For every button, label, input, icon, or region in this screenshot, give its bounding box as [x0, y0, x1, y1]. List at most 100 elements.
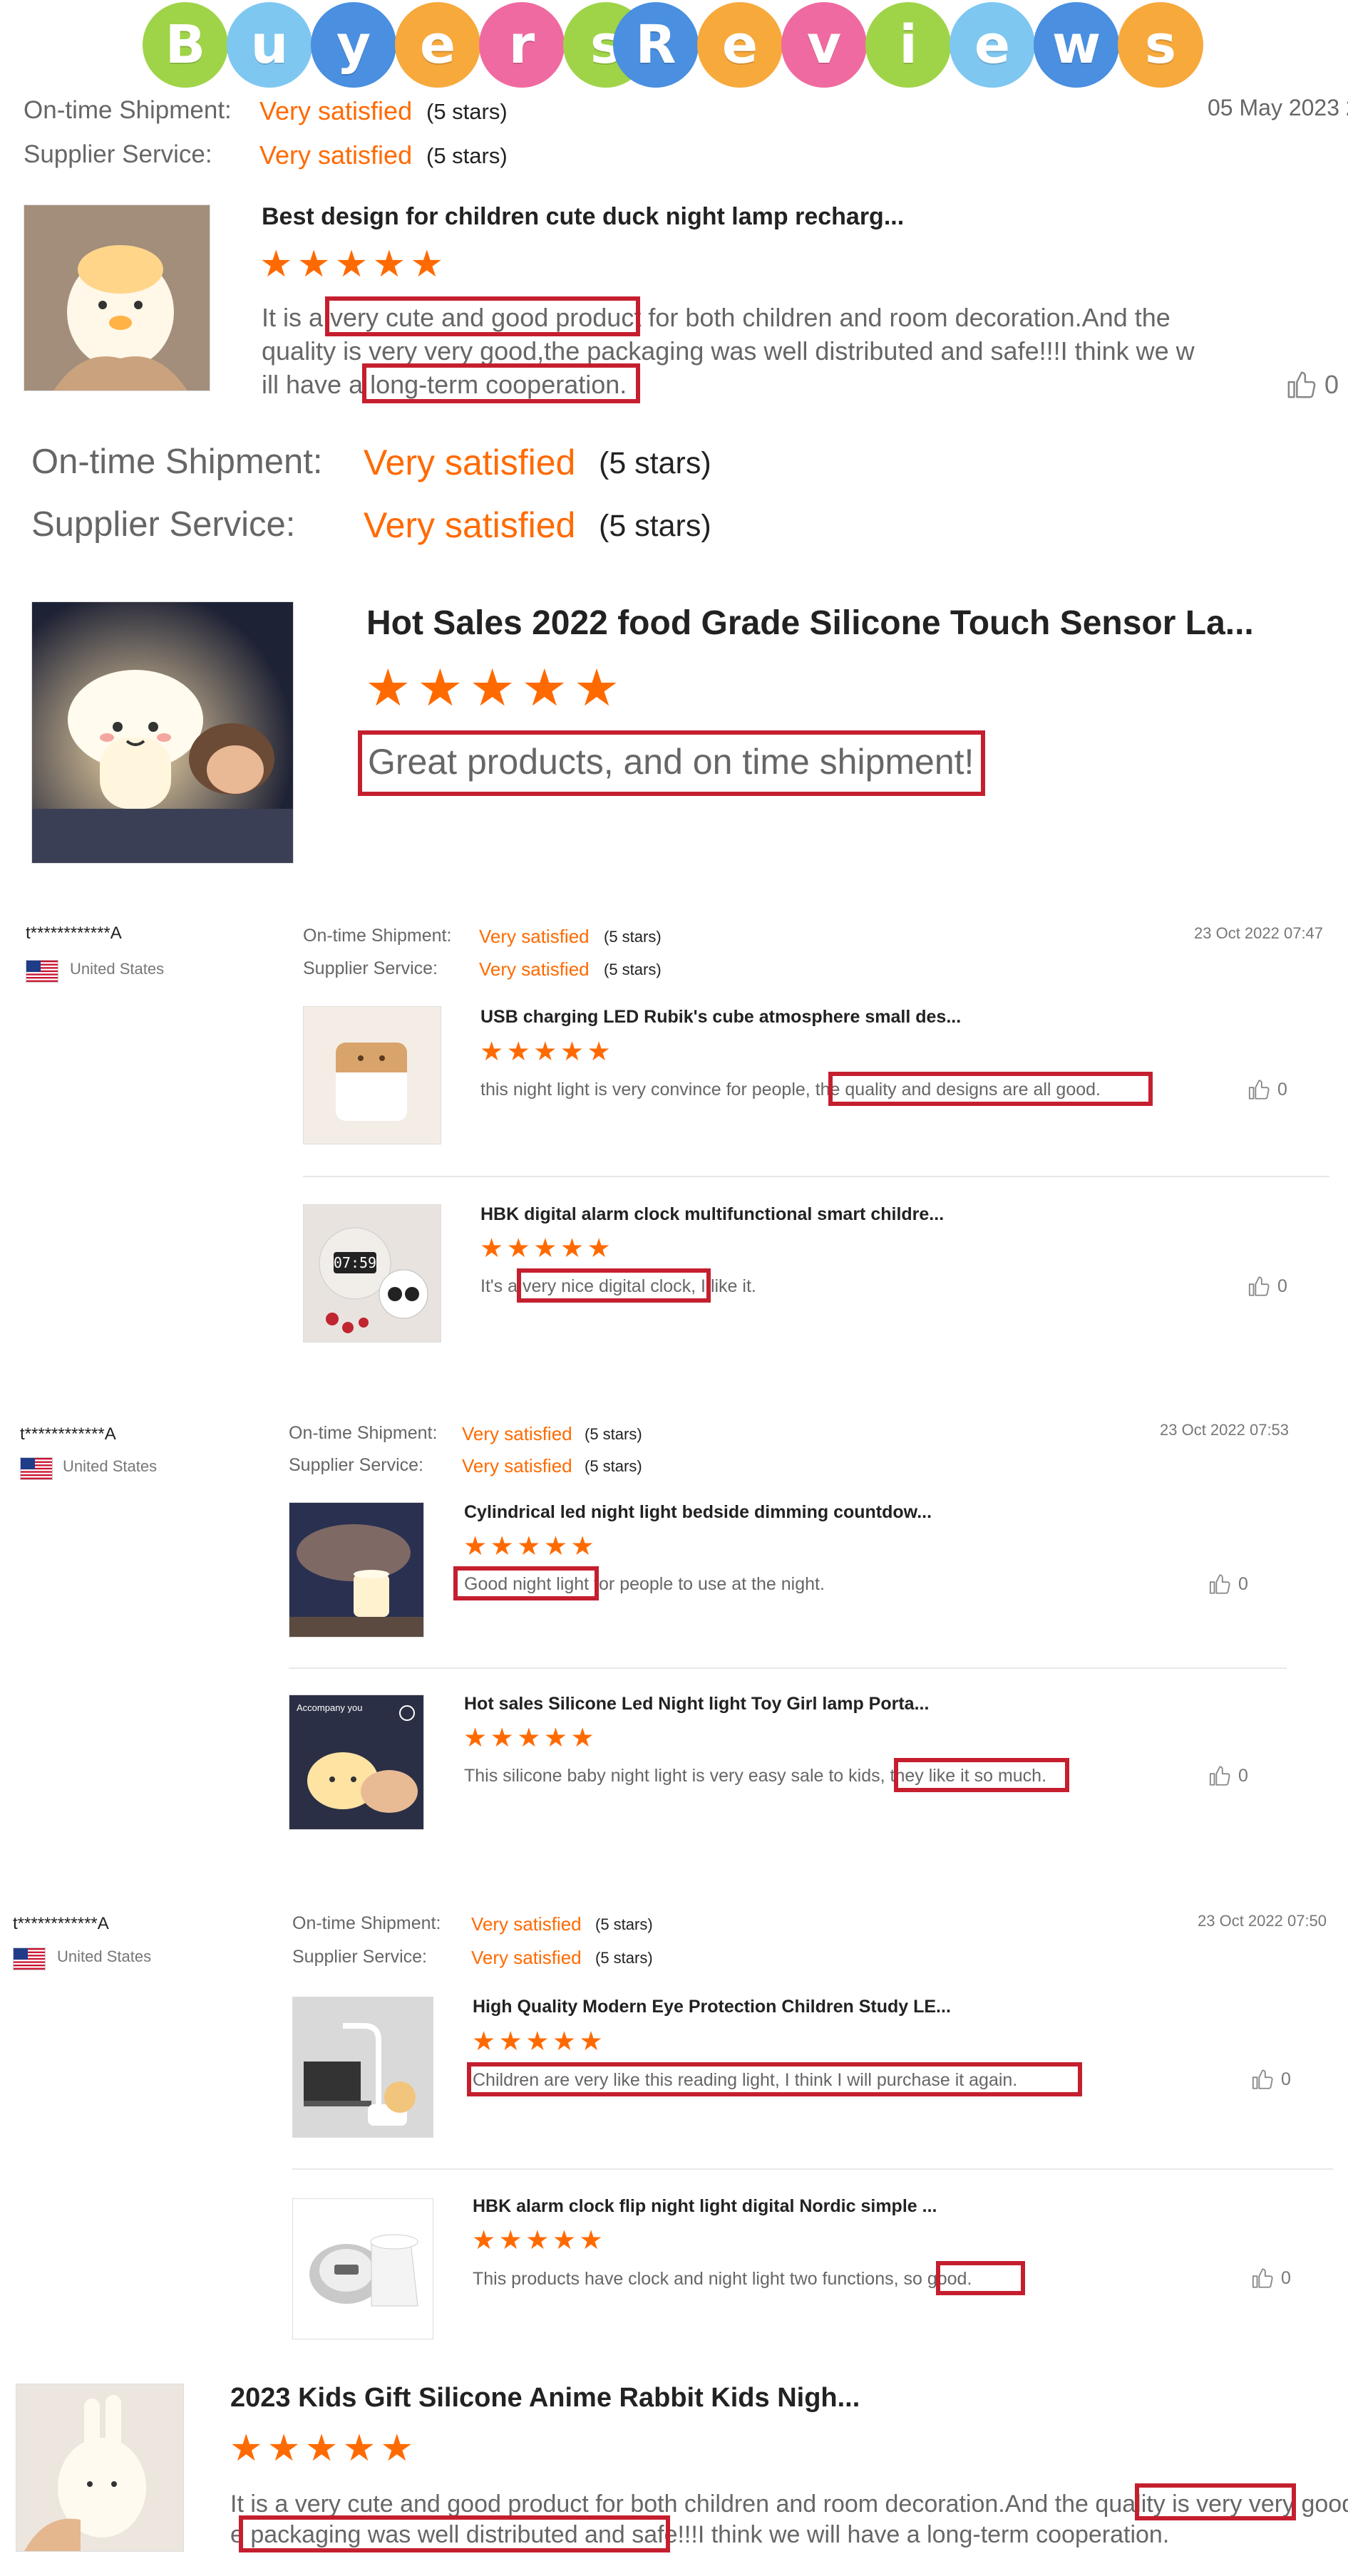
supplier-label: Supplier Service:: [289, 1455, 423, 1475]
star-icon: ★: [417, 660, 463, 717]
star-icon: ★: [267, 2428, 301, 2469]
star-icon: ★: [579, 2225, 603, 2255]
review-text: It's a very nice digital clock, I like i…: [480, 1276, 756, 1296]
rating-stars: ★ ★ ★ ★ ★: [463, 1533, 597, 1559]
like-button[interactable]: 0: [1251, 2266, 1291, 2290]
us-flag-icon: [26, 960, 58, 983]
banner-letter: e: [697, 2, 783, 88]
us-flag-icon: [13, 1947, 46, 1970]
product-title[interactable]: Hot sales Silicone Led Night light Toy G…: [464, 1694, 929, 1714]
like-count: 0: [1324, 370, 1339, 399]
review-3: t************A United States On-time Shi…: [0, 916, 1348, 1357]
product-thumbnail-duck-lamp[interactable]: [24, 205, 210, 391]
like-count: 0: [1277, 1079, 1287, 1100]
review-text: Good night light for people to use at th…: [464, 1574, 825, 1594]
review-5: t************A United States On-time Shi…: [0, 1906, 1348, 2348]
review-text-line-2: quality is very very good,the packaging …: [262, 336, 1195, 366]
shipment-value: Very satisfied: [364, 443, 576, 482]
supplier-stars-text: (5 stars): [604, 961, 662, 978]
product-thumbnail-reading-light[interactable]: [292, 1997, 433, 2138]
like-count: 0: [1277, 1276, 1287, 1296]
supplier-value: Very satisfied: [259, 140, 413, 170]
star-icon: ★: [517, 1723, 541, 1752]
star-icon: ★: [480, 1037, 504, 1066]
item-divider: [289, 1667, 1287, 1669]
star-icon: ★: [533, 1037, 557, 1066]
product-thumbnail-mushroom-lamp[interactable]: [31, 601, 294, 864]
rating-stars: ★ ★ ★ ★ ★: [259, 246, 448, 283]
supplier-label: Supplier Service:: [292, 1947, 427, 1967]
thumbs-up-icon: [1251, 2266, 1275, 2290]
supplier-label: Supplier Service:: [303, 958, 438, 978]
star-icon: ★: [552, 2027, 576, 2056]
like-button[interactable]: 0: [1208, 1764, 1248, 1788]
reviewer-name: t************A: [13, 1914, 109, 1933]
review-1: On-time Shipment: Very satisfied (5 star…: [0, 89, 1348, 403]
rating-stars: ★ ★ ★ ★ ★: [480, 1235, 614, 1261]
reviewer-name: t************A: [26, 924, 122, 943]
shipment-stars-text: (5 stars): [604, 928, 662, 946]
star-icon: ★: [579, 2027, 603, 2056]
shipment-stars-text: (5 stars): [599, 446, 711, 480]
banner-letter: e: [395, 2, 480, 88]
review-text-line-1: It is a very cute and good product for b…: [262, 303, 1171, 332]
product-title[interactable]: Cylindrical led night light bedside dimm…: [464, 1502, 932, 1523]
like-button[interactable]: 0: [1208, 1572, 1248, 1596]
review-date: 23 Oct 2022 07:47: [1194, 924, 1324, 942]
shipment-value: Very satisfied: [471, 1913, 582, 1935]
product-title[interactable]: USB charging LED Rubik's cube atmosphere…: [480, 1007, 961, 1028]
rating-stars: ★ ★ ★ ★ ★: [480, 1038, 614, 1065]
banner-letter: w: [1034, 2, 1119, 88]
product-thumbnail-digital-clock[interactable]: 07:59: [303, 1204, 441, 1343]
reviewer-country: United States: [70, 960, 165, 978]
star-icon: ★: [570, 1531, 595, 1561]
review-text-line-3: ill have a long-term cooperation.: [262, 370, 627, 399]
star-icon: ★: [463, 1531, 488, 1561]
product-thumbnail-silicone-toy-lamp[interactable]: Accompany you: [289, 1695, 424, 1830]
product-title[interactable]: HBK alarm clock flip night light digital…: [473, 2196, 937, 2217]
banner: Buyers Reviews: [0, 0, 1348, 89]
star-icon: ★: [490, 1531, 514, 1561]
shipment-label: On-time Shipment:: [31, 443, 323, 481]
product-title[interactable]: Best design for children cute duck night…: [262, 203, 904, 231]
rating-stars: ★ ★ ★ ★ ★: [230, 2430, 418, 2467]
thumbs-up-icon: [1247, 1077, 1272, 1102]
star-icon: ★: [469, 660, 515, 717]
star-icon: ★: [517, 1531, 541, 1561]
product-thumbnail-cylinder-light[interactable]: [289, 1502, 424, 1638]
product-title[interactable]: Hot Sales 2022 food Grade Silicone Touch…: [366, 604, 1254, 643]
like-count: 0: [1281, 2267, 1291, 2288]
star-icon: ★: [560, 1037, 584, 1066]
product-title[interactable]: HBK digital alarm clock multifunctional …: [480, 1204, 944, 1225]
banner-letter: r: [479, 2, 565, 88]
star-icon: ★: [480, 1233, 504, 1263]
star-icon: ★: [410, 244, 444, 285]
shipment-label: On-time Shipment:: [24, 96, 232, 124]
reviewer-name: t************A: [20, 1424, 116, 1444]
shipment-value: Very satisfied: [462, 1423, 572, 1444]
like-button[interactable]: 0: [1247, 1077, 1287, 1102]
product-title[interactable]: High Quality Modern Eye Protection Child…: [473, 1997, 951, 2017]
like-count: 0: [1238, 1573, 1248, 1594]
banner-letter: s: [1118, 2, 1203, 88]
product-thumbnail-rabbit-lamp[interactable]: [16, 2384, 184, 2552]
star-icon: ★: [259, 244, 293, 285]
like-button[interactable]: 0: [1251, 2067, 1291, 2091]
banner-letter: v: [781, 2, 867, 88]
star-icon: ★: [521, 660, 568, 717]
shipment-value: Very satisfied: [259, 96, 413, 125]
review-text: Great products, and on time shipment!: [368, 742, 974, 782]
star-icon: ★: [334, 244, 369, 285]
star-icon: ★: [472, 2225, 496, 2255]
thumbs-up-icon: [1208, 1764, 1233, 1788]
shipment-stars-text: (5 stars): [426, 99, 508, 124]
star-icon: ★: [543, 1723, 567, 1752]
product-title[interactable]: 2023 Kids Gift Silicone Anime Rabbit Kid…: [230, 2383, 860, 2414]
like-button[interactable]: 0: [1247, 1274, 1287, 1298]
product-thumbnail-flip-clock-light[interactable]: [292, 2198, 433, 2339]
shipment-label: On-time Shipment:: [292, 1913, 441, 1933]
item-divider: [303, 1176, 1329, 1177]
star-icon: ★: [525, 2027, 550, 2056]
like-button[interactable]: 0: [1286, 368, 1339, 401]
product-thumbnail-cube-light[interactable]: [303, 1006, 441, 1144]
